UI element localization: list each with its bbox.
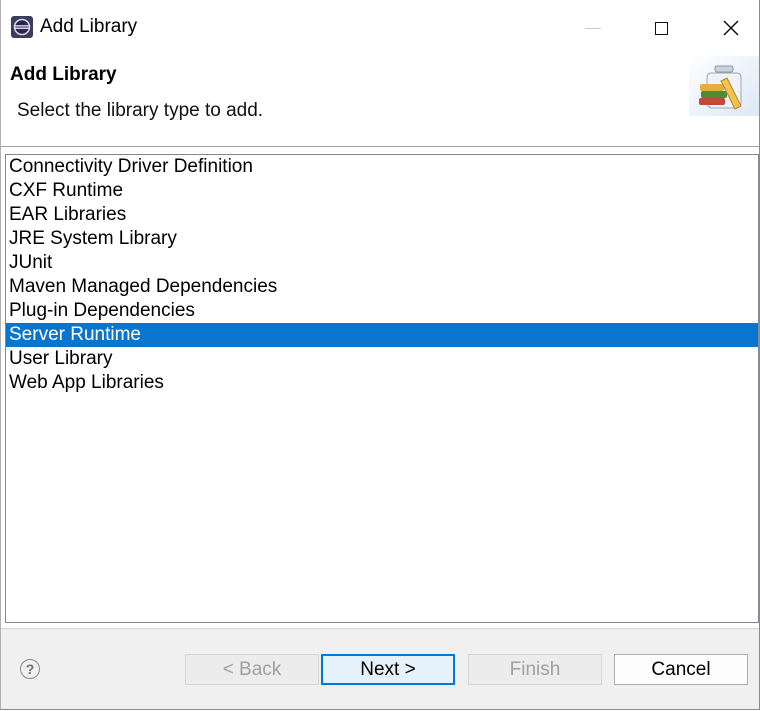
cancel-button[interactable]: Cancel [614, 654, 748, 685]
header-separator-highlight [1, 147, 759, 148]
list-item[interactable]: CXF Runtime [6, 179, 758, 203]
window-title: Add Library [40, 16, 138, 37]
finish-button[interactable]: Finish [468, 654, 602, 685]
list-item[interactable]: Maven Managed Dependencies [6, 275, 758, 299]
next-button[interactable]: Next > [321, 654, 455, 685]
wizard-header: Add Library Select the library type to a… [1, 56, 759, 146]
minimize-button[interactable] [563, 10, 623, 46]
maximize-icon [654, 21, 668, 35]
minimize-icon [585, 27, 601, 29]
page-title: Add Library [10, 64, 117, 85]
list-item[interactable]: Web App Libraries [6, 371, 758, 395]
add-library-dialog: Add Library Add Library Select the libra… [0, 0, 760, 710]
close-button[interactable] [701, 10, 760, 46]
list-item[interactable]: JUnit [6, 251, 758, 275]
eclipse-icon [11, 16, 33, 38]
library-jar-books-icon [689, 56, 759, 116]
close-icon [723, 20, 739, 36]
page-description: Select the library type to add. [17, 100, 264, 121]
back-button[interactable]: < Back [185, 654, 319, 685]
list-item[interactable]: User Library [6, 347, 758, 371]
list-item[interactable]: Server Runtime [6, 323, 758, 347]
list-item[interactable]: EAR Libraries [6, 203, 758, 227]
list-item[interactable]: Plug-in Dependencies [6, 299, 758, 323]
maximize-button[interactable] [631, 10, 691, 46]
list-item[interactable]: JRE System Library [6, 227, 758, 251]
title-bar[interactable]: Add Library [1, 0, 759, 56]
list-item[interactable]: Connectivity Driver Definition [6, 155, 758, 179]
library-type-list[interactable]: Connectivity Driver Definition CXF Runtim… [5, 154, 759, 623]
button-bar: ? < Back Next > Finish Cancel [1, 628, 759, 709]
help-question-icon[interactable]: ? [20, 659, 40, 679]
